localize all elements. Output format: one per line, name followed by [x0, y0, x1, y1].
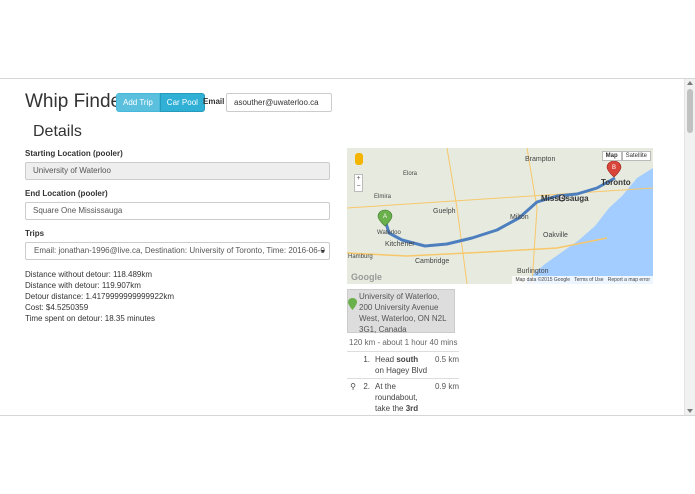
directions-list: 1. Head south on Hagey Blvd 0.5 km ⚲ 2. … [347, 351, 459, 415]
map-type-satellite-button[interactable]: Satellite [621, 151, 651, 161]
top-blank-area [0, 0, 695, 78]
start-marker-icon [348, 298, 357, 310]
step-number: 1. [363, 355, 370, 364]
app-frame: Whip Finder Add Trip Car Pool Email asou… [0, 78, 695, 416]
step-distance: 0.5 km [434, 355, 459, 364]
bottom-blank-area [0, 416, 695, 494]
street-view-pegman-icon[interactable] [355, 153, 363, 165]
page-scrollbar[interactable] [684, 79, 695, 415]
step-distance: 0.9 km [434, 382, 459, 391]
step-number: 2. [363, 382, 370, 391]
map-data-credit: Map data ©2015 Google [515, 277, 571, 283]
marker-b-label: B [612, 165, 616, 171]
map-footer: Map data ©2015 Google Terms of Use Repor… [512, 276, 653, 284]
marker-a-label: A [383, 214, 387, 220]
starting-location-label: Starting Location (pooler) [25, 149, 123, 158]
map-label-milton: Milton [510, 214, 529, 221]
scroll-thumb[interactable] [687, 89, 693, 133]
car-pool-button[interactable]: Car Pool [159, 93, 205, 112]
trip-cost: Cost: $4.5250359 [25, 303, 89, 312]
email-label: Email [203, 97, 225, 106]
map-label-burlington: Burlington [517, 268, 549, 275]
details-heading: Details [33, 123, 82, 140]
map-type-control: Map Satellite [601, 151, 651, 161]
start-address-text: University of Waterloo, 200 University A… [359, 292, 447, 334]
step-text: Head south on Hagey Blvd [375, 355, 428, 375]
terms-of-use-link[interactable]: Terms of Use [574, 277, 603, 283]
map-label-elmira: Elmira [374, 194, 392, 200]
trips-label: Trips [25, 229, 45, 238]
map-graphics: A B [347, 148, 653, 284]
map-label-cambridge: Cambridge [415, 258, 450, 265]
time-on-detour: Time spent on detour: 18.35 minutes [25, 314, 155, 323]
chevron-down-icon [321, 250, 325, 253]
directions-start-address: University of Waterloo, 200 University A… [347, 289, 455, 334]
trips-selected-value: Email: jonathan-1996@live.ca, Destinatio… [34, 246, 325, 255]
step-text: At the roundabout, take the 3rd [375, 382, 419, 413]
end-location-label: End Location (pooler) [25, 189, 108, 198]
direction-step[interactable]: 1. Head south on Hagey Blvd 0.5 km [347, 352, 459, 379]
add-trip-button[interactable]: Add Trip [116, 93, 160, 112]
direction-step[interactable]: ⚲ 2. At the roundabout, take the 3rd 0.9… [347, 379, 459, 415]
zoom-out-button[interactable]: − [355, 183, 362, 191]
route-summary: 120 km - about 1 hour 40 mins [349, 338, 458, 347]
google-logo: Google [351, 272, 382, 282]
map-type-map-button[interactable]: Map [601, 151, 622, 161]
map-label-waterloo: Waterloo [377, 230, 401, 236]
map-label-kitchener: Kitchener [385, 241, 415, 248]
map-label-hamburg: Hamburg [348, 254, 373, 260]
scroll-up-icon[interactable] [687, 81, 693, 85]
map-label-mississauga: Mississauga [541, 194, 589, 203]
map-label-toronto: Toronto [601, 178, 631, 187]
detour-distance: Detour distance: 1.4179999999999922km [25, 292, 174, 301]
starting-location-input[interactable]: University of Waterloo [25, 162, 330, 180]
roundabout-icon: ⚲ [350, 382, 356, 391]
trips-select[interactable]: Email: jonathan-1996@live.ca, Destinatio… [25, 242, 330, 260]
mode-button-group: Add Trip Car Pool [116, 93, 205, 112]
email-input[interactable]: asouther@uwaterloo.ca [226, 93, 332, 112]
distance-without-detour: Distance without detour: 118.489km [25, 270, 153, 279]
map-label-elora: Elora [403, 171, 418, 177]
zoom-control: + − [354, 174, 363, 192]
page-content: Whip Finder Add Trip Car Pool Email asou… [0, 79, 684, 415]
scroll-down-icon[interactable] [687, 409, 693, 413]
end-location-input[interactable]: Square One Mississauga [25, 202, 330, 220]
route-map[interactable]: A B + − Map Satellite Brampton Toronto M… [347, 148, 653, 284]
map-label-brampton: Brampton [525, 156, 556, 163]
trip-stats: Distance without detour: 118.489km Dista… [25, 269, 174, 324]
map-label-oakville: Oakville [543, 232, 568, 239]
report-map-error-link[interactable]: Report a map error [608, 277, 650, 283]
distance-with-detour: Distance with detour: 119.907km [25, 281, 141, 290]
step-icon [347, 354, 359, 376]
map-label-guelph: Guelph [433, 208, 456, 215]
app-title: Whip Finder [25, 91, 128, 112]
zoom-in-button[interactable]: + [355, 175, 362, 183]
